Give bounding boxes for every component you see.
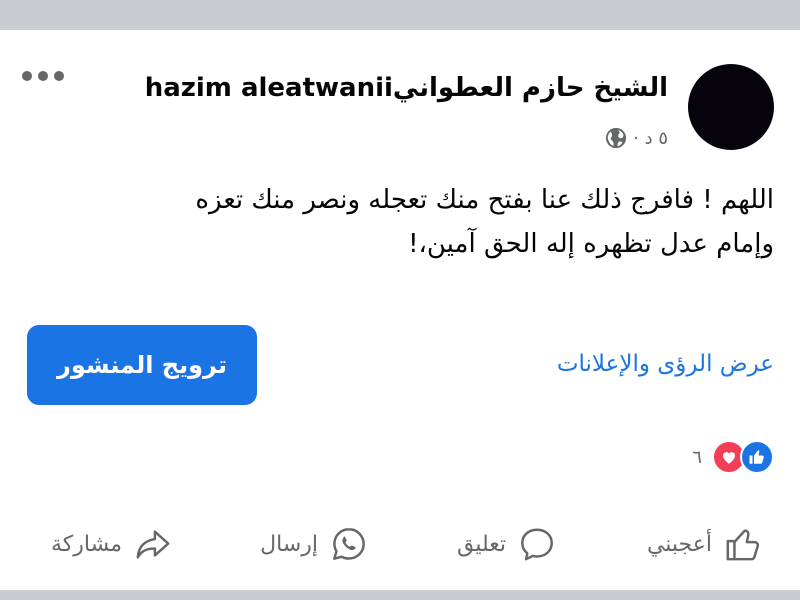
like-reaction-icon (740, 440, 774, 474)
thumbs-up-icon (726, 529, 760, 561)
post-text-line: اللهم ! فافرج ذلك عنا بفتح منك تعجله ونص… (195, 185, 774, 215)
dot (22, 71, 32, 81)
author-name[interactable]: الشيخ حازم العطوانيhazim aleatwanii (145, 68, 668, 108)
comment-icon (521, 528, 553, 561)
post-actions-bar: أعجبني تعليق إرسال مشاركة (0, 518, 800, 570)
send-button[interactable]: إرسال (260, 518, 368, 570)
reaction-count: ٦ (692, 446, 702, 468)
view-insights-link[interactable]: عرض الرؤى والإعلانات (557, 342, 774, 386)
share-button[interactable]: مشاركة (51, 518, 172, 570)
send-label: إرسال (260, 531, 318, 557)
share-label: مشاركة (50, 531, 122, 557)
more-options-icon[interactable] (22, 66, 68, 86)
author-avatar[interactable] (688, 64, 774, 150)
feed-separator-top (0, 0, 800, 30)
boost-post-button[interactable]: ترويج المنشور (27, 325, 257, 405)
post-card: الشيخ حازم العطوانيhazim aleatwanii ٥ د … (0, 30, 800, 590)
comment-button[interactable]: تعليق (457, 518, 556, 570)
post-body: اللهم ! فافرج ذلك عنا بفتح منك تعجله ونص… (74, 178, 774, 266)
feed-separator-bottom (0, 590, 800, 600)
post-meta: ٥ د · (605, 124, 668, 152)
post-text-line: وإمام عدل تظهره إله الحق آمين،! (408, 229, 774, 259)
like-label: أعجبني (646, 531, 712, 557)
like-button[interactable]: أعجبني (647, 518, 762, 570)
globe-icon[interactable] (605, 127, 627, 149)
post-timestamp[interactable]: ٥ د · (633, 128, 668, 149)
whatsapp-icon (333, 528, 365, 560)
dot (38, 71, 48, 81)
comment-label: تعليق (456, 531, 506, 557)
share-icon (136, 530, 170, 559)
reactions-summary[interactable]: ٦ (692, 440, 774, 474)
dot (54, 71, 64, 81)
